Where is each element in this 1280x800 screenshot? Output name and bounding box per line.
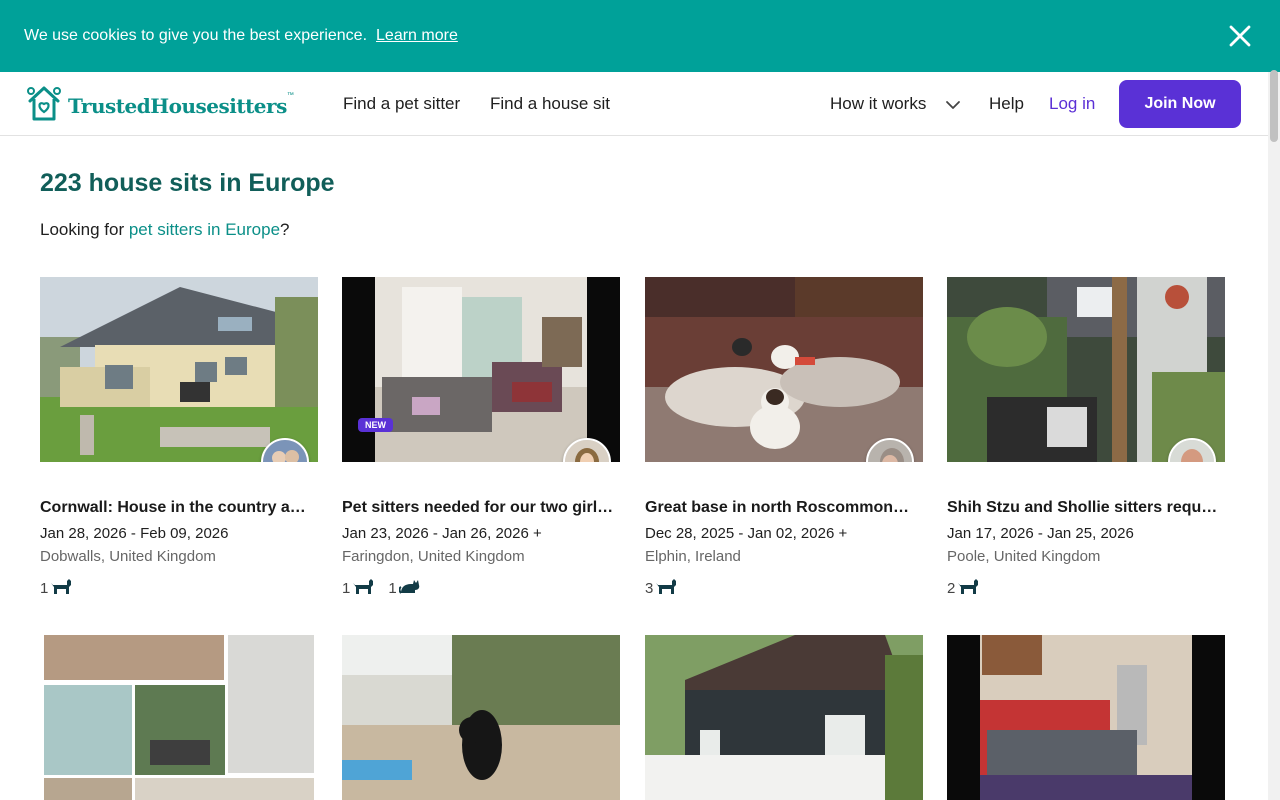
listing-dates: Dec 28, 2025 - Jan 02, 2026 + [645, 525, 848, 542]
listing-location: Dobwalls, United Kingdom [40, 548, 216, 565]
pet-count-value: 1 [40, 579, 49, 597]
pet-count: 1 [40, 577, 72, 599]
new-badge: NEW [358, 418, 393, 432]
house-heart-icon [24, 83, 64, 128]
looking-for-text: Looking for pet sitters in Europe? [40, 220, 290, 240]
scrollbar-track[interactable] [1268, 72, 1280, 800]
listing-dates: Jan 28, 2026 - Feb 09, 2026 [40, 525, 229, 542]
nav-how-it-works[interactable]: How it works [830, 94, 926, 114]
pet-count: 2 [947, 577, 979, 599]
pet-count: 1 [388, 577, 420, 599]
close-icon[interactable] [1228, 24, 1252, 48]
listing-card[interactable]: Great base in north Roscommon… Dec 28, 2… [645, 277, 923, 599]
scrollbar-thumb[interactable] [1270, 70, 1278, 142]
pet-count: 1 [342, 577, 374, 599]
dog-icon [48, 577, 72, 599]
listing-photo[interactable]: NEW [342, 277, 620, 462]
pet-count-value: 1 [388, 579, 397, 597]
page-title: 223 house sits in Europe [40, 169, 335, 197]
dog-icon [653, 577, 677, 599]
looking-prefix: Looking for [40, 220, 129, 239]
cookie-banner: We use cookies to give you the best expe… [0, 0, 1280, 72]
listing-location: Poole, United Kingdom [947, 548, 1101, 565]
listing-dates: Jan 17, 2026 - Jan 25, 2026 [947, 525, 1134, 542]
listing-photo[interactable] [645, 635, 923, 800]
listing-card[interactable] [645, 635, 923, 800]
nav-find-pet-sitter[interactable]: Find a pet sitter [343, 94, 460, 114]
listing-photo[interactable] [342, 635, 620, 800]
pet-summary: 1 1 [342, 577, 620, 599]
learn-more-link[interactable]: Learn more [376, 27, 458, 45]
listing-card[interactable]: Cornwall: House in the country a… Jan 28… [40, 277, 318, 599]
listing-photo[interactable] [40, 277, 318, 462]
listing-card[interactable] [40, 635, 318, 800]
listing-card[interactable] [947, 635, 1225, 800]
dog-icon [955, 577, 979, 599]
pet-count-value: 2 [947, 579, 956, 597]
pet-summary: 2 [947, 577, 1225, 599]
listing-location: Faringdon, United Kingdom [342, 548, 525, 565]
looking-suffix: ? [280, 220, 290, 239]
cookie-message: We use cookies to give you the best expe… [24, 27, 368, 44]
listing-title[interactable]: Pet sitters needed for our two girl… [342, 499, 620, 517]
listing-dates: Jan 23, 2026 - Jan 26, 2026 + [342, 525, 542, 542]
pet-sitters-europe-link[interactable]: pet sitters in Europe [129, 220, 280, 239]
cat-icon [397, 577, 421, 599]
listing-photo[interactable] [947, 635, 1225, 800]
pet-summary: 3 [645, 577, 923, 599]
pet-count: 3 [645, 577, 677, 599]
listing-title[interactable]: Shih Stzu and Shollie sitters requ… [947, 499, 1225, 517]
nav-help[interactable]: Help [989, 94, 1024, 114]
listing-title[interactable]: Great base in north Roscommon… [645, 499, 923, 517]
listing-card[interactable]: Shih Stzu and Shollie sitters requ… Jan … [947, 277, 1225, 599]
join-now-button[interactable]: Join Now [1119, 80, 1241, 128]
listing-card[interactable]: NEW Pet sitters needed for our two girl…… [342, 277, 620, 599]
pet-count-value: 3 [645, 579, 654, 597]
nav-login[interactable]: Log in [1049, 94, 1095, 114]
dog-icon [350, 577, 374, 599]
listing-photo[interactable] [947, 277, 1225, 462]
site-logo[interactable]: TrustedHousesitters ™ [24, 83, 294, 128]
logo-trademark: ™ [286, 92, 294, 99]
listing-photo[interactable] [40, 635, 318, 800]
listing-card[interactable] [342, 635, 620, 800]
pet-count-value: 1 [342, 579, 351, 597]
logo-text: TrustedHousesitters [68, 93, 287, 118]
nav-find-house-sit[interactable]: Find a house sit [490, 94, 610, 114]
chevron-down-icon[interactable] [945, 97, 961, 113]
site-header: TrustedHousesitters ™ Find a pet sitter … [0, 72, 1268, 136]
listing-photo[interactable] [645, 277, 923, 462]
listing-location: Elphin, Ireland [645, 548, 741, 565]
pet-summary: 1 [40, 577, 318, 599]
listing-title[interactable]: Cornwall: House in the country a… [40, 499, 318, 517]
